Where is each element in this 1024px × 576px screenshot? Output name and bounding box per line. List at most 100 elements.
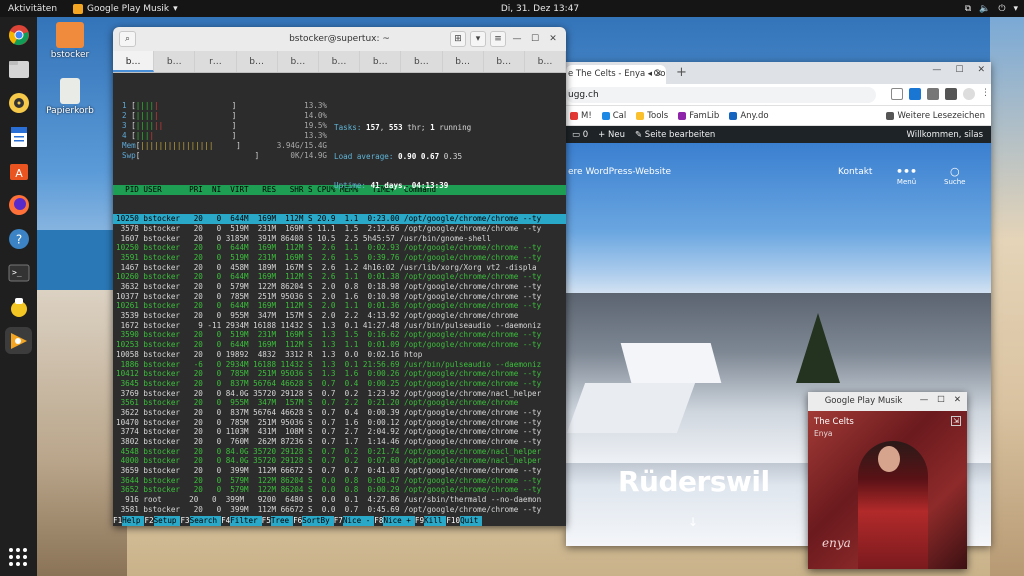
bookmark-item[interactable]: Cal [601,111,626,121]
close-icon[interactable]: ✕ [954,395,961,405]
address-bar[interactable]: ugg.ch [566,87,876,103]
table-row[interactable]: 10377 bstocker 20 0 785M 251M 95036 S 2.… [116,292,566,302]
desktop-icon-home[interactable]: bstocker [45,22,95,60]
help-icon[interactable]: ? [5,225,32,252]
show-applications-icon[interactable] [9,548,27,566]
close-icon[interactable]: ✕ [546,34,560,44]
screen-cast-icon[interactable] [891,88,903,100]
desktop-icon-trash[interactable]: Papierkorb [45,78,95,116]
minimize-icon[interactable]: — [932,65,941,75]
table-row[interactable]: 3652 bstocker 20 0 579M 122M 86204 S 0.0… [116,485,566,495]
bookmark-item[interactable]: M! [570,111,592,121]
extension-icon[interactable] [909,88,921,100]
speaker-icon[interactable]: ◂ [648,65,652,84]
table-row[interactable]: 4548 bstocker 20 0 84.0G 35720 29128 S 0… [116,447,566,457]
menu-button[interactable]: ••• Menü [896,165,917,186]
table-row[interactable]: 10250 bstocker 20 0 644M 169M 112M S 20.… [113,214,566,224]
software-icon[interactable]: A [5,157,32,184]
search-button[interactable]: ○ Suche [944,165,965,186]
kebab-menu-icon[interactable]: ⋮ [981,88,990,100]
table-row[interactable]: 3622 bstocker 20 0 837M 56764 46628 S 0.… [116,408,566,418]
extension-icon[interactable] [927,88,939,100]
table-row[interactable]: 1607 bstocker 20 0 3185M 391M 86408 S 10… [116,234,566,244]
function-key[interactable]: F6 SortBy [293,516,334,526]
bookmark-item[interactable]: Tools [636,111,668,121]
table-row[interactable]: 3561 bstocker 20 0 955M 347M 157M S 0.7 … [116,398,566,408]
terminal-tab[interactable]: b… [154,51,196,72]
system-tray[interactable]: ⧉ 🔈 ⏻ ▾ [965,4,1018,14]
table-row[interactable]: 916 root 20 0 399M 9200 6480 S 0.0 0.1 4… [116,495,566,505]
function-key[interactable]: F7 Nice - [334,516,375,526]
chevron-down-icon[interactable]: ▾ [470,31,486,47]
function-key[interactable]: F4 Filter [221,516,262,526]
terminal-tab[interactable]: b… [401,51,443,72]
files-icon[interactable] [5,55,32,82]
function-key[interactable]: F1 Help [113,516,145,526]
new-tab-icon[interactable]: + [676,65,687,80]
new-tab-icon[interactable]: ⊞ [450,31,466,47]
other-bookmarks[interactable]: Weitere Lesezeichen [886,111,985,121]
arrow-down-icon[interactable]: ↓ [688,515,698,529]
minimize-icon[interactable]: — [920,395,929,405]
function-key[interactable]: F9 Kill [415,516,447,526]
table-row[interactable]: 3645 bstocker 20 0 837M 56764 46628 S 0.… [116,379,566,389]
avatar[interactable] [963,88,975,100]
welcome-user[interactable]: Willkommen, silas [907,130,984,140]
terminal-tab[interactable]: b… [525,51,566,72]
terminal-tab[interactable]: b… [319,51,361,72]
site-title[interactable]: ere WordPress-Website [568,167,671,177]
table-row[interactable]: 3769 bstocker 20 0 84.0G 35720 29128 S 0… [116,389,566,399]
function-key[interactable]: F10 Quit [446,516,483,526]
table-row[interactable]: 10253 bstocker 20 0 644M 169M 112M S 1.3… [116,340,566,350]
terminal-icon[interactable]: >_ [5,259,32,286]
table-row[interactable]: 1886 bstocker -6 0 2934M 16188 11432 S 1… [116,360,566,370]
table-row[interactable]: 3591 bstocker 20 0 519M 231M 169M S 2.6 … [116,253,566,263]
chrome-tab[interactable]: e The Celts - Enya - Goog ◂ ✕ [566,65,666,84]
clock[interactable]: Di, 31. Dez 13:47 [480,4,600,14]
table-row[interactable]: 3632 bstocker 20 0 579M 122M 86204 S 2.0… [116,282,566,292]
table-row[interactable]: 4000 bstocker 20 0 84.0G 35720 29128 S 0… [116,456,566,466]
bookmark-item[interactable]: FamLib [678,111,719,121]
table-row[interactable]: 10261 bstocker 20 0 644M 169M 112M S 2.0… [116,301,566,311]
terminal-tab[interactable]: b… [278,51,319,72]
function-key[interactable]: F8 Nice + [374,516,415,526]
maximize-icon[interactable]: ☐ [955,65,963,75]
mini-player-toggle-icon[interactable]: ⇲ [951,416,961,426]
table-row[interactable]: 1467 bstocker 20 0 458M 189M 167M S 2.6 … [116,263,566,273]
terminal-tab[interactable]: b… [360,51,402,72]
maximize-icon[interactable]: ☐ [528,34,542,44]
close-tab-icon[interactable]: ✕ [655,65,662,84]
table-row[interactable]: 10058 bstocker 20 0 19892 4832 3312 R 1.… [116,350,566,360]
activities-button[interactable]: Aktivitäten [0,4,65,14]
terminal-tab[interactable]: b… [484,51,525,72]
minimize-icon[interactable]: — [510,34,524,44]
writer-icon[interactable] [5,123,32,150]
table-row[interactable]: 3659 bstocker 20 0 399M 112M 66672 S 0.7… [116,466,566,476]
table-row[interactable]: 10412 bstocker 20 0 785M 251M 95036 S 1.… [116,369,566,379]
table-row[interactable]: 10470 bstocker 20 0 785M 251M 95036 S 0.… [116,418,566,428]
app-menu[interactable]: Google Play Musik ▾ [73,3,178,14]
nav-contact[interactable]: Kontakt [838,167,872,177]
table-row[interactable]: 3590 bstocker 20 0 519M 231M 169M S 1.3 … [116,330,566,340]
table-row[interactable]: 3644 bstocker 20 0 579M 122M 86204 S 0.0… [116,476,566,486]
table-row[interactable]: 3581 bstocker 20 0 399M 112M 66672 S 0.0… [116,505,566,515]
rhythmbox-icon[interactable] [5,89,32,116]
gedit-icon[interactable] [5,293,32,320]
firefox-icon[interactable] [5,191,32,218]
edit-page-button[interactable]: ✎ Seite bearbeiten [635,130,715,140]
function-key[interactable]: F2 Setup [144,516,181,526]
function-key[interactable]: F5 Tree [262,516,294,526]
new-button[interactable]: + Neu [598,130,625,140]
table-row[interactable]: 10250 bstocker 20 0 644M 169M 112M S 2.6… [116,243,566,253]
chrome-icon[interactable] [5,21,32,48]
terminal-tab[interactable]: r… [195,51,237,72]
close-icon[interactable]: ✕ [977,65,985,75]
hamburger-menu-icon[interactable]: ≡ [490,31,506,47]
terminal-tab[interactable]: b… [237,51,278,72]
bookmark-item[interactable]: Any.do [729,111,769,121]
comments-icon[interactable]: ▭ 0 [572,130,588,140]
maximize-icon[interactable]: ☐ [937,395,945,405]
table-row[interactable]: 10260 bstocker 20 0 644M 169M 112M S 2.6… [116,272,566,282]
terminal-tab[interactable]: b… [443,51,484,72]
table-row[interactable]: 3774 bstocker 20 0 1103M 431M 108M S 0.7… [116,427,566,437]
